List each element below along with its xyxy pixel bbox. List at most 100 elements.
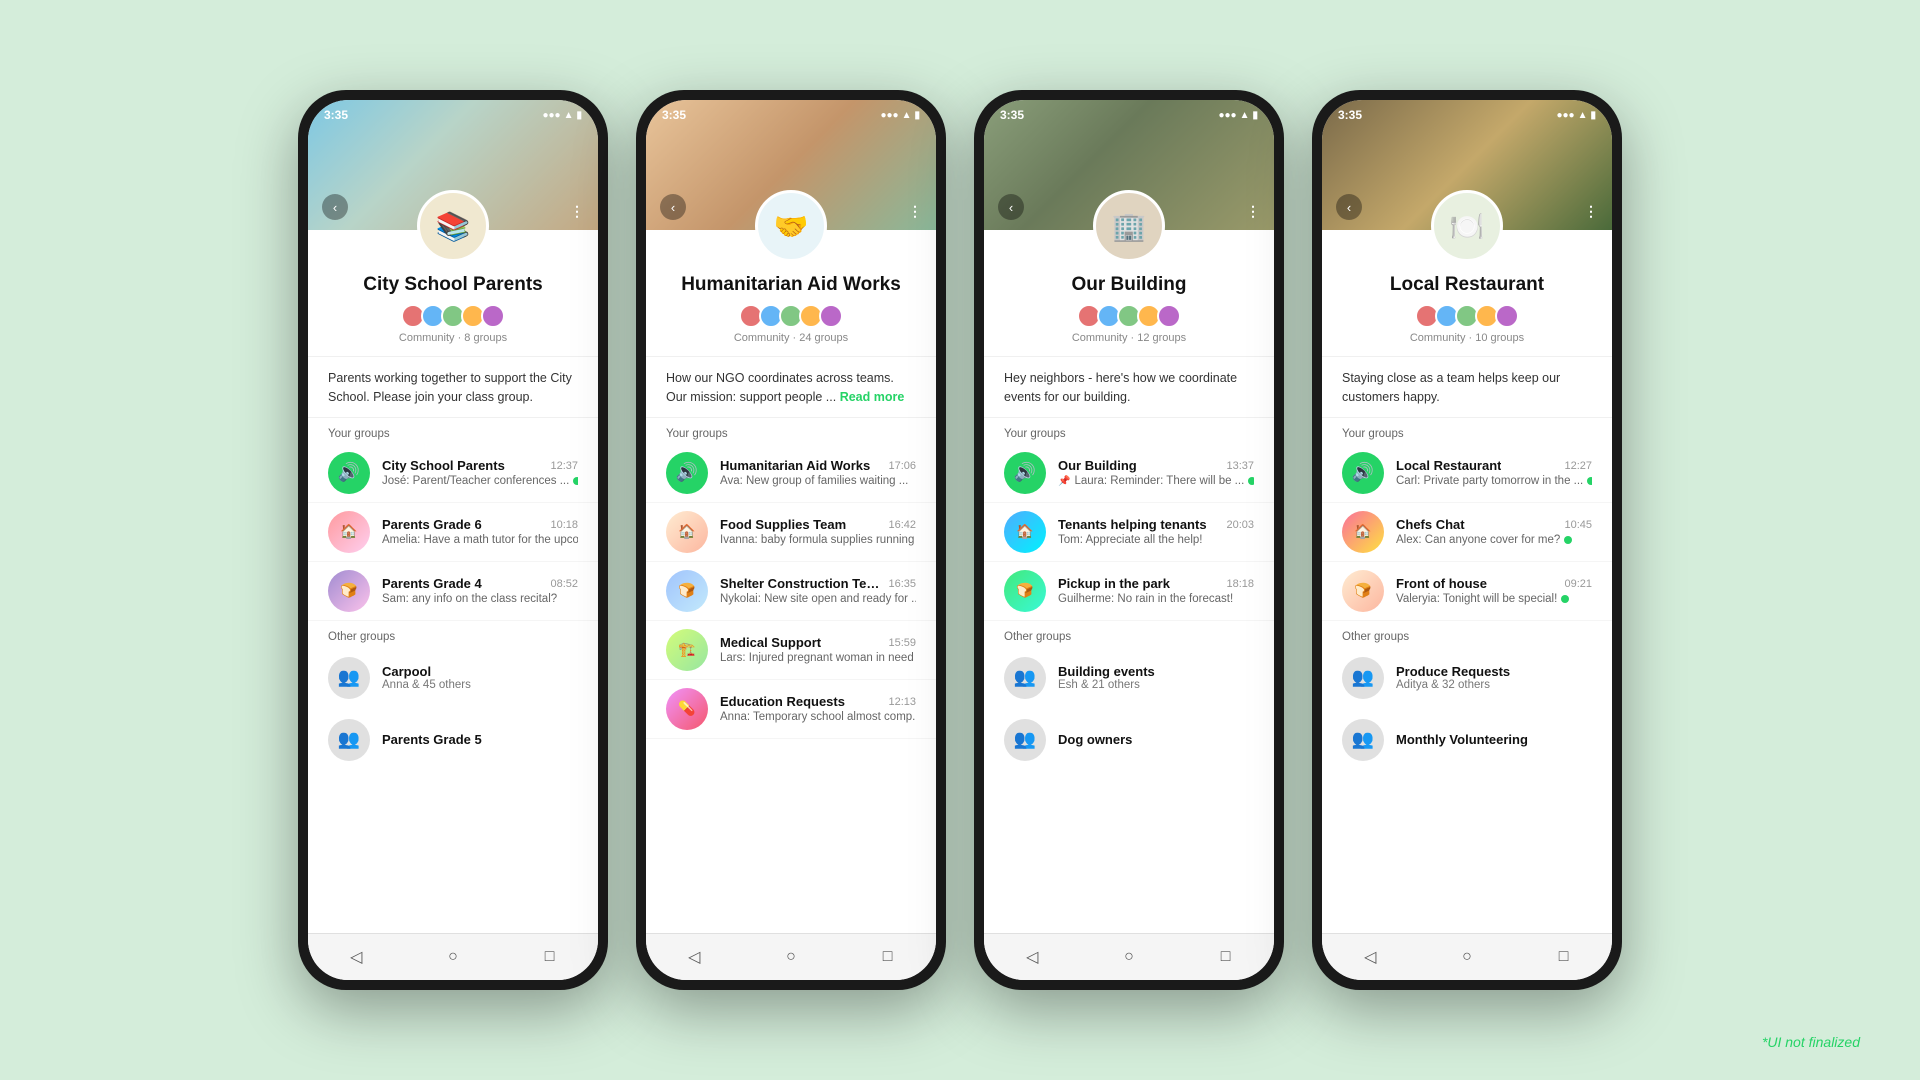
your-groups-label: Your groups [646, 418, 936, 444]
nav-recents-icon[interactable]: □ [539, 946, 561, 968]
battery-icon: ▮ [914, 110, 920, 121]
group-last-message: 📌Laura: Reminder: There will be ... [1058, 475, 1254, 487]
group-avatar: 🏠 [1342, 511, 1384, 553]
nav-home-icon[interactable]: ○ [442, 946, 464, 968]
other-group-item[interactable]: 👥 Parents Grade 5 [308, 709, 598, 771]
group-item[interactable]: 🔊 City School Parents 12:37 José: Parent… [308, 444, 598, 503]
community-meta: Community · 8 groups [328, 332, 578, 344]
groups-section: Your groups 🔊 Humanitarian Aid Works 17:… [646, 418, 936, 934]
group-info: Pickup in the park 18:18 Guilherme: No r… [1058, 576, 1254, 605]
group-item[interactable]: 🏠 Chefs Chat 10:45 Alex: Can anyone cove… [1322, 503, 1612, 562]
group-name: Humanitarian Aid Works [720, 458, 870, 473]
member-avatars [666, 304, 916, 328]
other-group-item[interactable]: 👥 Monthly Volunteering [1322, 709, 1612, 771]
group-avatar: 🍞 [1004, 570, 1046, 612]
other-groups-label: Other groups [984, 621, 1274, 647]
group-info: Education Requests 12:13 Anna: Temporary… [720, 694, 916, 723]
nav-home-icon[interactable]: ○ [1456, 946, 1478, 968]
group-time: 17:06 [888, 460, 916, 472]
phone-phone-humanitarian: 3:35 ●●● ▲ ▮ ‹ ⋮ 🤝 Humanitarian Aid Work… [636, 90, 946, 990]
nav-home-icon[interactable]: ○ [780, 946, 802, 968]
more-options-button[interactable]: ⋮ [908, 203, 922, 220]
group-time: 20:03 [1226, 519, 1254, 531]
other-group-name: Monthly Volunteering [1396, 732, 1528, 747]
group-item[interactable]: 🍞 Front of house 09:21 Valeryia: Tonight… [1322, 562, 1612, 621]
phones-container: 3:35 ●●● ▲ ▮ ‹ ⋮ 📚 City School Parents [298, 90, 1622, 990]
community-description: How our NGO coordinates across teams. Ou… [646, 357, 936, 418]
status-time: 3:35 [324, 108, 348, 122]
member-avatar [481, 304, 505, 328]
other-group-avatar: 👥 [1342, 657, 1384, 699]
group-item[interactable]: 🔊 Local Restaurant 12:27 Carl: Private p… [1322, 444, 1612, 503]
nav-recents-icon[interactable]: □ [1215, 946, 1237, 968]
bottom-navigation: ◁ ○ □ [646, 933, 936, 980]
status-time: 3:35 [1000, 108, 1024, 122]
more-options-button[interactable]: ⋮ [1584, 203, 1598, 220]
online-indicator [1561, 595, 1569, 603]
status-icons: ●●● ▲ ▮ [1218, 110, 1258, 121]
other-group-members: Aditya & 32 others [1396, 679, 1510, 691]
group-name-row: Our Building 13:37 [1058, 458, 1254, 473]
group-time: 09:21 [1564, 578, 1592, 590]
other-group-item[interactable]: 👥 Carpool Anna & 45 others [308, 647, 598, 709]
group-item[interactable]: 🍞 Pickup in the park 18:18 Guilherme: No… [984, 562, 1274, 621]
group-name-row: Education Requests 12:13 [720, 694, 916, 709]
back-button[interactable]: ‹ [660, 194, 686, 220]
group-item[interactable]: 💊 Education Requests 12:13 Anna: Tempora… [646, 680, 936, 739]
bottom-navigation: ◁ ○ □ [1322, 933, 1612, 980]
your-groups-label: Your groups [1322, 418, 1612, 444]
group-info: Our Building 13:37 📌Laura: Reminder: The… [1058, 458, 1254, 487]
group-avatar: 🔊 [1004, 452, 1046, 494]
community-name: Humanitarian Aid Works [666, 274, 916, 296]
other-group-item[interactable]: 👥 Dog owners [984, 709, 1274, 771]
member-avatar [819, 304, 843, 328]
group-item[interactable]: 🔊 Our Building 13:37 📌Laura: Reminder: T… [984, 444, 1274, 503]
group-last-message: Sam: any info on the class recital? [382, 593, 578, 605]
group-last-message: Ivanna: baby formula supplies running ..… [720, 534, 916, 546]
other-group-name: Parents Grade 5 [382, 732, 482, 747]
nav-back-icon[interactable]: ◁ [345, 946, 367, 968]
phone-screen: 3:35 ●●● ▲ ▮ ‹ ⋮ 🍽️ Local Restaurant [1322, 100, 1612, 980]
more-options-button[interactable]: ⋮ [1246, 203, 1260, 220]
group-item[interactable]: 🏠 Food Supplies Team 16:42 Ivanna: baby … [646, 503, 936, 562]
group-time: 12:13 [888, 696, 916, 708]
group-item[interactable]: 🏠 Parents Grade 6 10:18 Amelia: Have a m… [308, 503, 598, 562]
back-button[interactable]: ‹ [1336, 194, 1362, 220]
group-name: Food Supplies Team [720, 517, 846, 532]
group-last-message: Valeryia: Tonight will be special! [1396, 593, 1592, 605]
more-options-button[interactable]: ⋮ [570, 203, 584, 220]
nav-recents-icon[interactable]: □ [1553, 946, 1575, 968]
back-button[interactable]: ‹ [322, 194, 348, 220]
read-more-link[interactable]: Read more [840, 390, 905, 404]
community-icon-emoji: 📚 [420, 193, 486, 259]
group-last-message: Alex: Can anyone cover for me? [1396, 534, 1592, 546]
phone-content: Our Building Community · 12 groups Hey n… [984, 230, 1274, 980]
group-item[interactable]: 🔊 Humanitarian Aid Works 17:06 Ava: New … [646, 444, 936, 503]
signal-icon: ●●● [880, 110, 898, 121]
other-group-info: Dog owners [1058, 732, 1132, 747]
group-name-row: Parents Grade 6 10:18 [382, 517, 578, 532]
nav-back-icon[interactable]: ◁ [1021, 946, 1043, 968]
back-button[interactable]: ‹ [998, 194, 1024, 220]
community-description: Parents working together to support the … [308, 357, 598, 418]
group-avatar: 🔊 [1342, 452, 1384, 494]
group-name: Local Restaurant [1396, 458, 1501, 473]
nav-back-icon[interactable]: ◁ [1359, 946, 1381, 968]
group-info: Tenants helping tenants 20:03 Tom: Appre… [1058, 517, 1254, 546]
nav-home-icon[interactable]: ○ [1118, 946, 1140, 968]
other-group-item[interactable]: 👥 Produce Requests Aditya & 32 others [1322, 647, 1612, 709]
group-item[interactable]: 🍞 Parents Grade 4 08:52 Sam: any info on… [308, 562, 598, 621]
group-item[interactable]: 🏗️ Medical Support 15:59 Lars: Injured p… [646, 621, 936, 680]
phone-content: City School Parents Community · 8 groups… [308, 230, 598, 980]
signal-icon: ●●● [542, 110, 560, 121]
group-info: Chefs Chat 10:45 Alex: Can anyone cover … [1396, 517, 1592, 546]
nav-recents-icon[interactable]: □ [877, 946, 899, 968]
phone-screen: 3:35 ●●● ▲ ▮ ‹ ⋮ 🏢 Our Building C [984, 100, 1274, 980]
group-info: Food Supplies Team 16:42 Ivanna: baby fo… [720, 517, 916, 546]
group-item[interactable]: 🏠 Tenants helping tenants 20:03 Tom: App… [984, 503, 1274, 562]
other-group-item[interactable]: 👥 Building events Esh & 21 others [984, 647, 1274, 709]
member-avatar [1495, 304, 1519, 328]
battery-icon: ▮ [576, 110, 582, 121]
group-item[interactable]: 🍞 Shelter Construction Team 16:35 Nykola… [646, 562, 936, 621]
nav-back-icon[interactable]: ◁ [683, 946, 705, 968]
